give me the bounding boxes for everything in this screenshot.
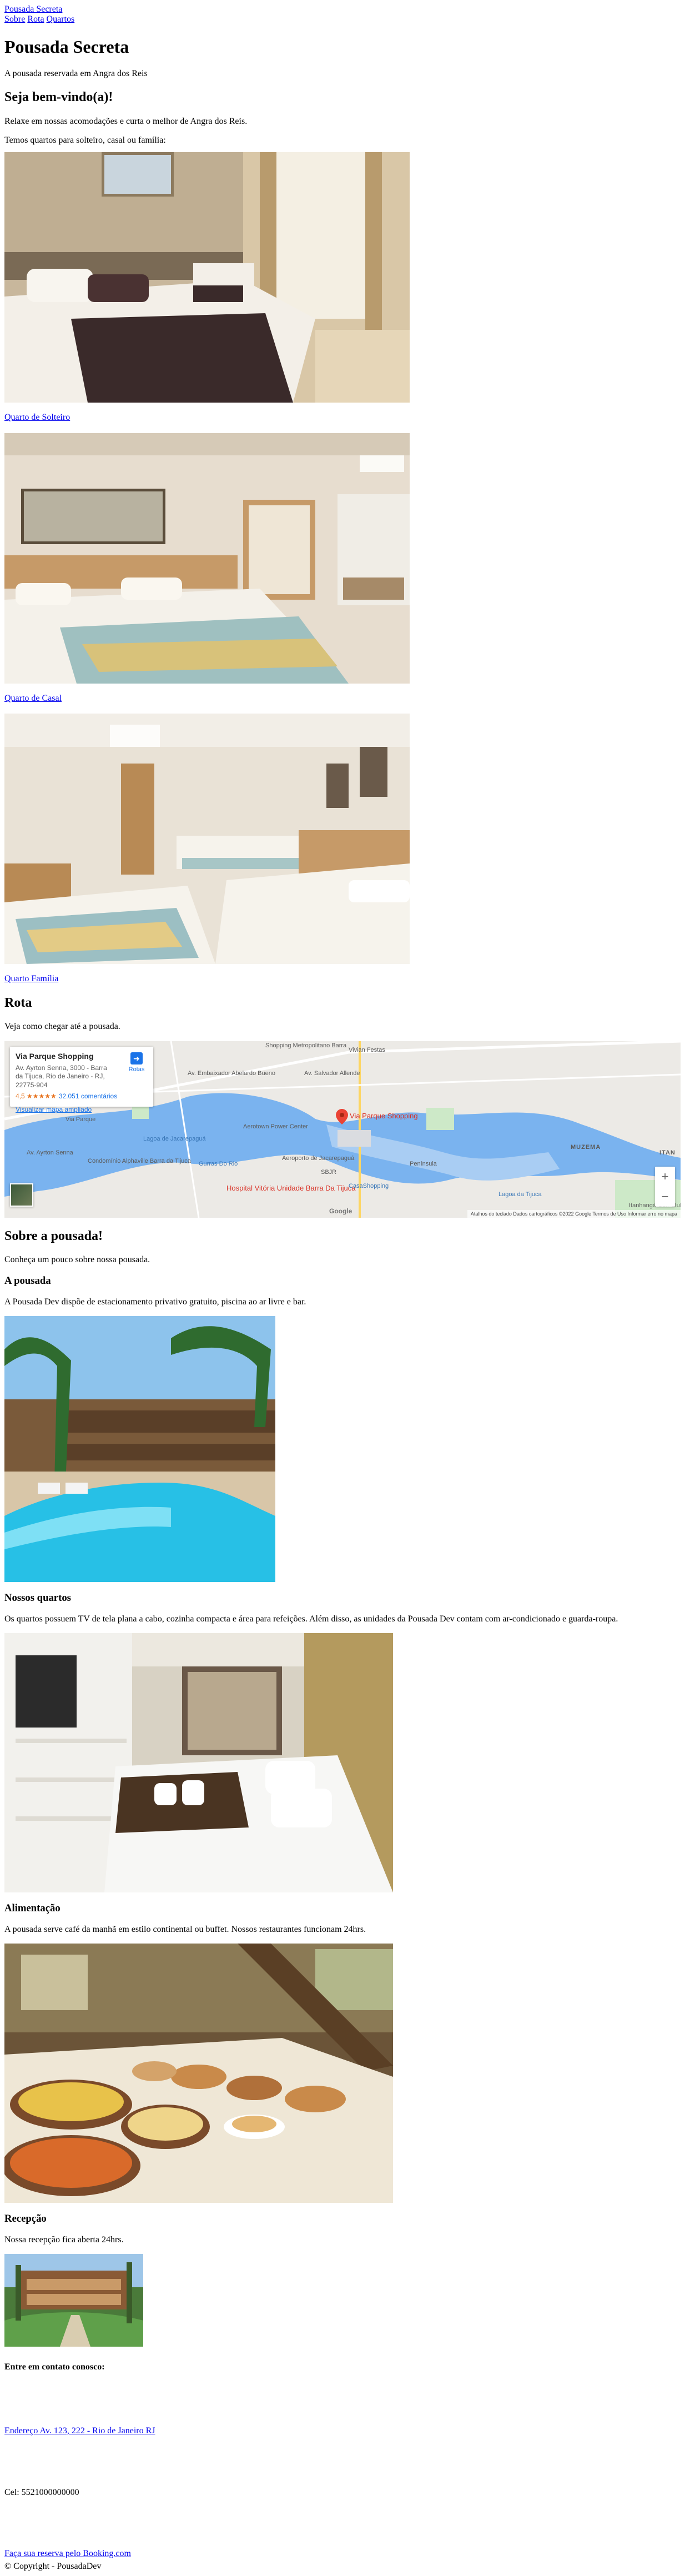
map-rating-value: 4,5 ★★★★★	[16, 1092, 57, 1101]
map-place-address: Av. Ayrton Senna, 3000 - Barra da Tijuca…	[16, 1063, 107, 1089]
map-label-av-embaixador: Av. Embaixador Abelardo Bueno	[188, 1069, 275, 1077]
about-heading: Sobre a pousada!	[4, 1228, 103, 1243]
route-heading: Rota	[4, 995, 32, 1010]
map-label-aeroporto: Aeroporto de Jacarepaguá	[282, 1154, 355, 1162]
pool-photo	[4, 1316, 275, 1583]
route-text: Veja como chegar até a pousada.	[4, 1022, 120, 1032]
about-section-text-1: A Pousada Dev dispõe de estacionamento p…	[4, 1297, 306, 1307]
zoom-in-icon[interactable]: +	[655, 1167, 675, 1187]
map-route-button[interactable]: ➜ Rotas	[125, 1052, 148, 1073]
contact-spacer-2	[4, 2446, 681, 2479]
map-label-vivian-festas: Vivian Festas	[349, 1046, 385, 1053]
map-label-sbjr: SBJR	[321, 1168, 337, 1176]
map-label-peninsula: Península	[410, 1160, 437, 1167]
map-pin-label: Via Parque Shopping	[350, 1111, 418, 1120]
page: Pousada Secreta Sobre Rota Quartos Pousa…	[0, 0, 685, 2576]
about-intro: Conheça um pouco sobre nossa pousada.	[4, 1255, 150, 1265]
map-zoom-control: + −	[655, 1166, 675, 1207]
about-section-title-2: Nossos quartos	[4, 1592, 71, 1604]
about-section-title-1: A pousada	[4, 1275, 51, 1287]
about-section-title-4: Recepção	[4, 2213, 47, 2225]
map-label-condominio: Condomínio Alphaville Barra da Tijuca	[88, 1157, 191, 1164]
nav-rota[interactable]: Rota	[27, 14, 44, 24]
booking-link[interactable]: Faça sua reserva pelo Booking.com	[4, 2549, 131, 2558]
about-section-text-2: Os quartos possuem TV de tela plana a ca…	[4, 1614, 618, 1624]
contact-address-link[interactable]: Endereço Av. 123, 222 - Rio de Janeiro R…	[4, 2426, 155, 2436]
buffet-photo	[4, 1944, 393, 2203]
room-double-photo	[4, 433, 410, 684]
zoom-out-icon[interactable]: −	[655, 1187, 675, 1207]
map-label-gurras: Gurras Do Rio	[199, 1160, 238, 1167]
map-pin-icon[interactable]	[336, 1108, 348, 1124]
map-label-itan: ITAN	[659, 1149, 676, 1156]
contact-phone: Cel: 5521000000000	[4, 2487, 79, 2497]
route-map[interactable]: Shopping Metropolitano Barra Vivian Fest…	[4, 1041, 681, 1218]
about-section-text-4: Nossa recepção fica aberta 24hrs.	[4, 2234, 124, 2244]
welcome-text-1: Relaxe em nossas acomodações e curta o m…	[4, 116, 248, 126]
room-family-photo	[4, 714, 410, 965]
top-nav: Pousada Secreta Sobre Rota Quartos	[4, 4, 681, 25]
footer-copyright: © Copyright - PousadaDev	[4, 2561, 102, 2571]
contact-spacer-1	[4, 2384, 681, 2417]
map-label-lagoa-jacarepagua: Lagoa de Jacarepaguá	[143, 1135, 206, 1142]
welcome-heading: Seja bem-vindo(a)!	[4, 89, 113, 104]
map-label-aerotown: Aerotown Power Center	[243, 1123, 308, 1130]
map-label-hospital: Hospital Vitória Unidade Barra Da Tijuca	[226, 1183, 356, 1192]
contact-spacer-3	[4, 2507, 681, 2540]
reception-photo	[4, 2254, 143, 2347]
map-route-label: Rotas	[128, 1066, 145, 1073]
contact-heading: Entre em contato conosco:	[4, 2362, 105, 2372]
nav-quartos[interactable]: Quartos	[47, 14, 75, 24]
room-interior-photo	[4, 1633, 393, 1893]
map-label-shopping-metropolitano: Shopping Metropolitano Barra	[265, 1042, 347, 1049]
page-subtitle: A pousada reservada em Angra dos Reis	[4, 68, 148, 78]
room-single-photo	[4, 152, 410, 403]
map-label-casashopping: CasaShopping	[349, 1182, 389, 1189]
map-reviews-link[interactable]: 32.051 comentários	[59, 1092, 117, 1100]
map-label-via-parque: Via Parque	[66, 1116, 96, 1123]
page-title: Pousada Secreta	[4, 36, 129, 57]
nav-sobre[interactable]: Sobre	[4, 14, 25, 24]
map-place-card: Via Parque Shopping Av. Ayrton Senna, 30…	[10, 1046, 153, 1113]
room-single-link[interactable]: Quarto de Solteiro	[4, 413, 681, 423]
map-footer[interactable]: Atalhos do teclado Dados cartográficos ©…	[467, 1209, 681, 1218]
map-enlarge-link[interactable]: Visualizar mapa ampliado	[16, 1106, 148, 1114]
map-label-muzema: MUZEMA	[571, 1143, 601, 1151]
welcome-text-2: Temos quartos para solteiro, casal ou fa…	[4, 135, 166, 145]
room-family-link[interactable]: Quarto Família	[4, 974, 681, 984]
map-label-av-ayrton: Av. Ayrton Senna	[27, 1149, 73, 1156]
map-label-lagoa-tijuca: Lagoa da Tijuca	[498, 1191, 542, 1198]
about-section-title-3: Alimentação	[4, 1902, 61, 1915]
map-satellite-toggle[interactable]	[10, 1183, 33, 1207]
room-double-link[interactable]: Quarto de Casal	[4, 694, 681, 704]
google-logo: Google	[329, 1207, 352, 1215]
map-label-av-salvador: Av. Salvador Allende	[304, 1069, 360, 1077]
directions-icon: ➜	[130, 1052, 143, 1064]
map-place-rating: 4,5 ★★★★★ 32.051 comentários	[16, 1092, 148, 1101]
about-section-text-3: A pousada serve café da manhã em estilo …	[4, 1924, 366, 1934]
brand-link[interactable]: Pousada Secreta	[4, 4, 62, 14]
